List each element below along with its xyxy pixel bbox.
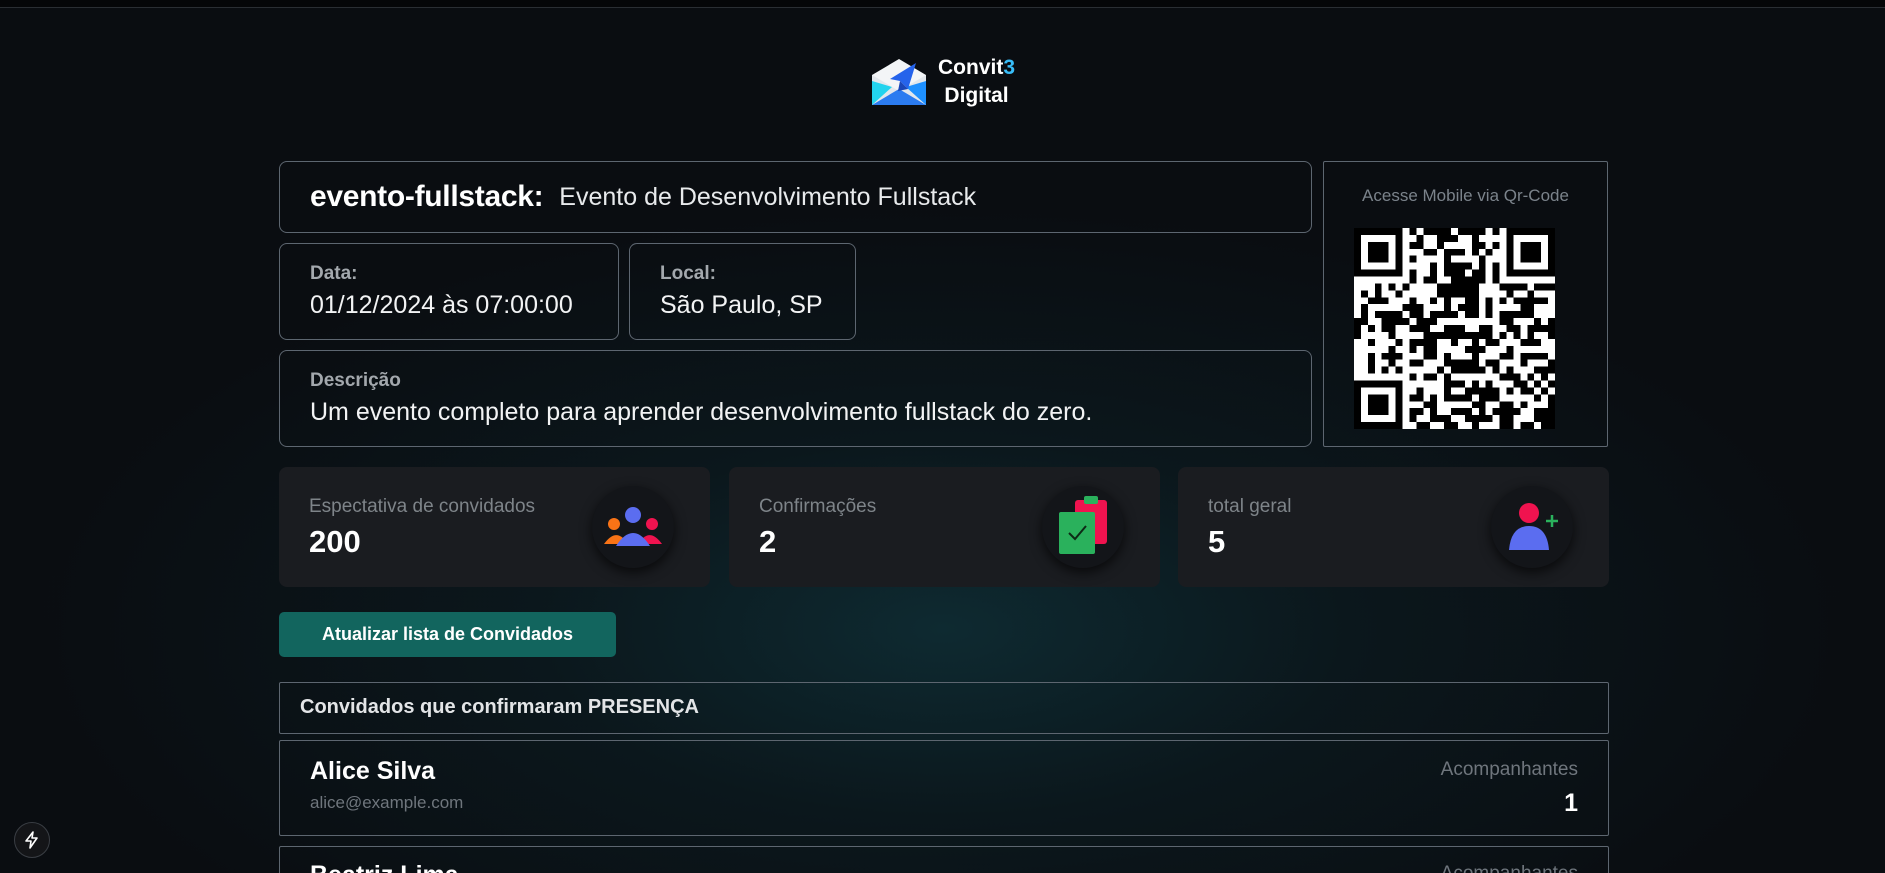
qr-code-card: Acesse Mobile via Qr-Code bbox=[1323, 161, 1608, 447]
event-location-card: Local: São Paulo, SP bbox=[629, 243, 856, 340]
location-value: São Paulo, SP bbox=[660, 291, 823, 319]
description-value: Um evento completo para aprender desenvo… bbox=[310, 398, 1093, 426]
confirmed-guests-header: Convidados que confirmaram PRESENÇA bbox=[279, 682, 1609, 734]
logo-text-convit: Convit bbox=[938, 56, 1004, 79]
qr-code-image bbox=[1354, 228, 1555, 429]
group-icon bbox=[592, 486, 674, 568]
event-name: Evento de Desenvolvimento Fullstack bbox=[559, 182, 977, 211]
qr-code-label: Acesse Mobile via Qr-Code bbox=[1362, 186, 1569, 205]
browser-top-edge bbox=[0, 0, 1885, 8]
stat-label: total geral bbox=[1208, 496, 1292, 517]
date-label: Data: bbox=[310, 263, 358, 284]
guest-row[interactable]: Alice Silva alice@example.com Acompanhan… bbox=[279, 740, 1609, 836]
stat-value: 2 bbox=[759, 524, 777, 559]
event-title-card: evento-fullstack: Evento de Desenvolvime… bbox=[279, 161, 1312, 233]
clipboard-check-icon bbox=[1042, 486, 1124, 568]
update-guest-list-button[interactable]: Atualizar lista de Convidados bbox=[279, 612, 616, 657]
event-slug: evento-fullstack: bbox=[310, 180, 544, 213]
companions-label: Acompanhantes bbox=[1440, 759, 1578, 780]
lightning-icon[interactable] bbox=[14, 822, 50, 858]
location-label: Local: bbox=[660, 263, 716, 284]
event-description-card: Descrição Um evento completo para aprend… bbox=[279, 350, 1312, 447]
stat-value: 200 bbox=[309, 524, 361, 559]
description-label: Descrição bbox=[310, 370, 401, 391]
guest-name: Beatriz Lima bbox=[310, 861, 459, 873]
stat-card-expected-guests: Espectativa de convidados 200 bbox=[279, 467, 710, 587]
guest-row[interactable]: Beatriz Lima Acompanhantes bbox=[279, 846, 1609, 873]
envelope-logo-icon bbox=[872, 59, 926, 105]
stat-label: Espectativa de convidados bbox=[309, 496, 536, 517]
logo-text-3: 3 bbox=[1003, 56, 1016, 79]
date-value: 01/12/2024 às 07:00:00 bbox=[310, 291, 573, 319]
stat-card-total: total geral 5 bbox=[1178, 467, 1609, 587]
logo-text-digital: Digital bbox=[944, 84, 1009, 107]
companions-value: 1 bbox=[1564, 789, 1578, 817]
guest-email: alice@example.com bbox=[310, 793, 464, 812]
stat-label: Confirmações bbox=[759, 496, 877, 517]
guest-name: Alice Silva bbox=[310, 757, 436, 785]
stat-card-confirmations: Confirmações 2 bbox=[729, 467, 1160, 587]
companions-label: Acompanhantes bbox=[1441, 863, 1578, 873]
event-date-card: Data: 01/12/2024 às 07:00:00 bbox=[279, 243, 619, 340]
stat-value: 5 bbox=[1208, 524, 1226, 559]
add-user-icon bbox=[1491, 486, 1573, 568]
logo: Convit3 Digital bbox=[868, 50, 1028, 114]
